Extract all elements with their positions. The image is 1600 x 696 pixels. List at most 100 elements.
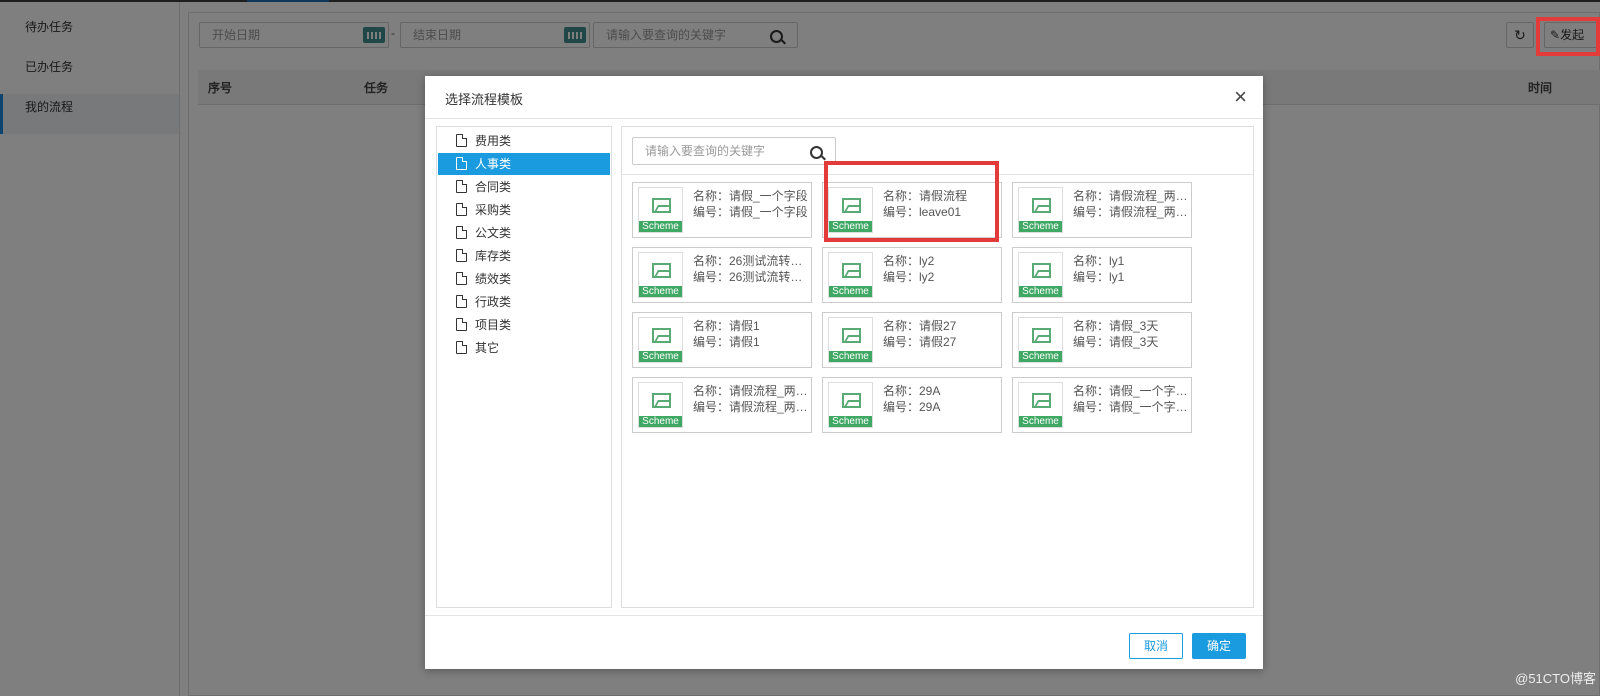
image-icon: [842, 328, 861, 343]
category-item[interactable]: 行政类: [438, 291, 610, 313]
template-card[interactable]: Scheme 名称：29A 编号：29A: [822, 377, 1002, 433]
template-name: 名称：请假1: [693, 319, 760, 333]
template-search-input[interactable]: 请输入要查询的关键字: [632, 137, 836, 165]
scheme-thumbnail: Scheme: [638, 382, 683, 428]
category-item[interactable]: 其它: [438, 337, 610, 359]
template-card[interactable]: Scheme 名称：请假_3天 编号：请假_3天: [1012, 312, 1192, 368]
scheme-label: Scheme: [639, 221, 682, 232]
template-search-placeholder: 请输入要查询的关键字: [645, 144, 766, 158]
template-code: 编号：请假_一个字…: [1073, 400, 1188, 414]
scheme-label: Scheme: [1019, 416, 1062, 427]
category-item-selected[interactable]: 人事类: [438, 153, 610, 175]
template-name: 名称：请假_3天: [1073, 319, 1159, 333]
template-name: 名称：请假_一个字…: [1073, 384, 1188, 398]
highlight-launch-annotation: [1536, 17, 1600, 56]
image-icon: [842, 263, 861, 278]
template-name: 名称：请假流程_两…: [693, 384, 808, 398]
scheme-label: Scheme: [829, 351, 872, 362]
template-card[interactable]: Scheme 名称：请假流程_两… 编号：请假流程_两…: [632, 377, 812, 433]
template-card[interactable]: Scheme 名称：请假流程_两… 编号：请假流程_两…: [1012, 182, 1192, 238]
image-icon: [842, 393, 861, 408]
document-icon: [456, 341, 467, 354]
category-label: 合同类: [475, 180, 512, 194]
image-icon: [1032, 263, 1051, 278]
scheme-label: Scheme: [639, 351, 682, 362]
scheme-thumbnail: Scheme: [638, 187, 683, 233]
category-label: 行政类: [475, 295, 512, 309]
template-card[interactable]: Scheme 名称：请假_一个字段 编号：请假_一个字段: [632, 182, 812, 238]
image-icon: [652, 393, 671, 408]
scheme-label: Scheme: [639, 416, 682, 427]
template-card[interactable]: Scheme 名称：ly1 编号：ly1: [1012, 247, 1192, 303]
template-card[interactable]: Scheme 名称：26测试流转… 编号：26测试流转…: [632, 247, 812, 303]
template-card[interactable]: Scheme 名称：请假1 编号：请假1: [632, 312, 812, 368]
scheme-label: Scheme: [1019, 221, 1062, 232]
document-icon: [456, 157, 467, 170]
template-card[interactable]: Scheme 名称：请假27 编号：请假27: [822, 312, 1002, 368]
scheme-label: Scheme: [639, 286, 682, 297]
document-icon: [456, 249, 467, 262]
category-label: 绩效类: [475, 272, 512, 286]
template-name: 名称：26测试流转…: [693, 254, 803, 268]
scheme-thumbnail: Scheme: [1018, 382, 1063, 428]
scheme-thumbnail: Scheme: [1018, 187, 1063, 233]
template-code: 编号：26测试流转…: [693, 270, 803, 284]
template-code: 编号：请假27: [883, 335, 957, 349]
scheme-thumbnail: Scheme: [828, 382, 873, 428]
scheme-label: Scheme: [1019, 286, 1062, 297]
category-item[interactable]: 绩效类: [438, 268, 610, 290]
template-code: 编号：ly1: [1073, 270, 1125, 284]
document-icon: [456, 272, 467, 285]
dialog-header: 选择流程模板 ×: [425, 76, 1263, 119]
scheme-thumbnail: Scheme: [828, 252, 873, 298]
template-name: 名称：请假27: [883, 319, 957, 333]
template-code: 编号：29A: [883, 400, 941, 414]
document-icon: [456, 318, 467, 331]
document-icon: [456, 226, 467, 239]
category-item[interactable]: 合同类: [438, 176, 610, 198]
category-label: 库存类: [475, 249, 512, 263]
category-item[interactable]: 公文类: [438, 222, 610, 244]
category-label: 项目类: [475, 318, 512, 332]
document-icon: [456, 295, 467, 308]
image-icon: [1032, 198, 1051, 213]
scheme-thumbnail: Scheme: [638, 317, 683, 363]
image-icon: [652, 263, 671, 278]
template-name: 名称：请假流程_两…: [1073, 189, 1188, 203]
template-card[interactable]: Scheme 名称：ly2 编号：ly2: [822, 247, 1002, 303]
scheme-thumbnail: Scheme: [1018, 317, 1063, 363]
category-label: 公文类: [475, 226, 512, 240]
image-icon: [652, 198, 671, 213]
document-icon: [456, 180, 467, 193]
scheme-label: Scheme: [829, 416, 872, 427]
confirm-button[interactable]: 确定: [1192, 633, 1246, 659]
category-item[interactable]: 费用类: [438, 130, 610, 152]
category-item[interactable]: 采购类: [438, 199, 610, 221]
template-card[interactable]: Scheme 名称：请假_一个字… 编号：请假_一个字…: [1012, 377, 1192, 433]
template-name: 名称：ly2: [883, 254, 935, 268]
category-label: 人事类: [475, 157, 512, 171]
cancel-button[interactable]: 取消: [1129, 633, 1183, 659]
category-tree: 费用类 人事类 合同类 采购类 公文类 库存类 绩效类 行政类 项目类 其它: [436, 126, 612, 608]
category-item[interactable]: 项目类: [438, 314, 610, 336]
category-item[interactable]: 库存类: [438, 245, 610, 267]
image-icon: [652, 328, 671, 343]
search-icon[interactable]: [810, 146, 823, 159]
template-name: 名称：ly1: [1073, 254, 1125, 268]
template-name: 名称：29A: [883, 384, 941, 398]
highlight-template-annotation: [824, 161, 999, 242]
category-label: 费用类: [475, 134, 512, 148]
scheme-thumbnail: Scheme: [828, 317, 873, 363]
template-name: 名称：请假_一个字段: [693, 189, 808, 203]
template-code: 编号：请假_3天: [1073, 335, 1159, 349]
document-icon: [456, 203, 467, 216]
close-icon[interactable]: ×: [1234, 84, 1247, 110]
template-code: 编号：请假流程_两…: [1073, 205, 1188, 219]
image-icon: [1032, 393, 1051, 408]
dialog-title: 选择流程模板: [445, 92, 524, 107]
document-icon: [456, 134, 467, 147]
dialog-footer-divider: [425, 615, 1263, 616]
scheme-thumbnail: Scheme: [1018, 252, 1063, 298]
template-code: 编号：请假1: [693, 335, 760, 349]
watermark: @51CTO博客: [1515, 671, 1596, 686]
